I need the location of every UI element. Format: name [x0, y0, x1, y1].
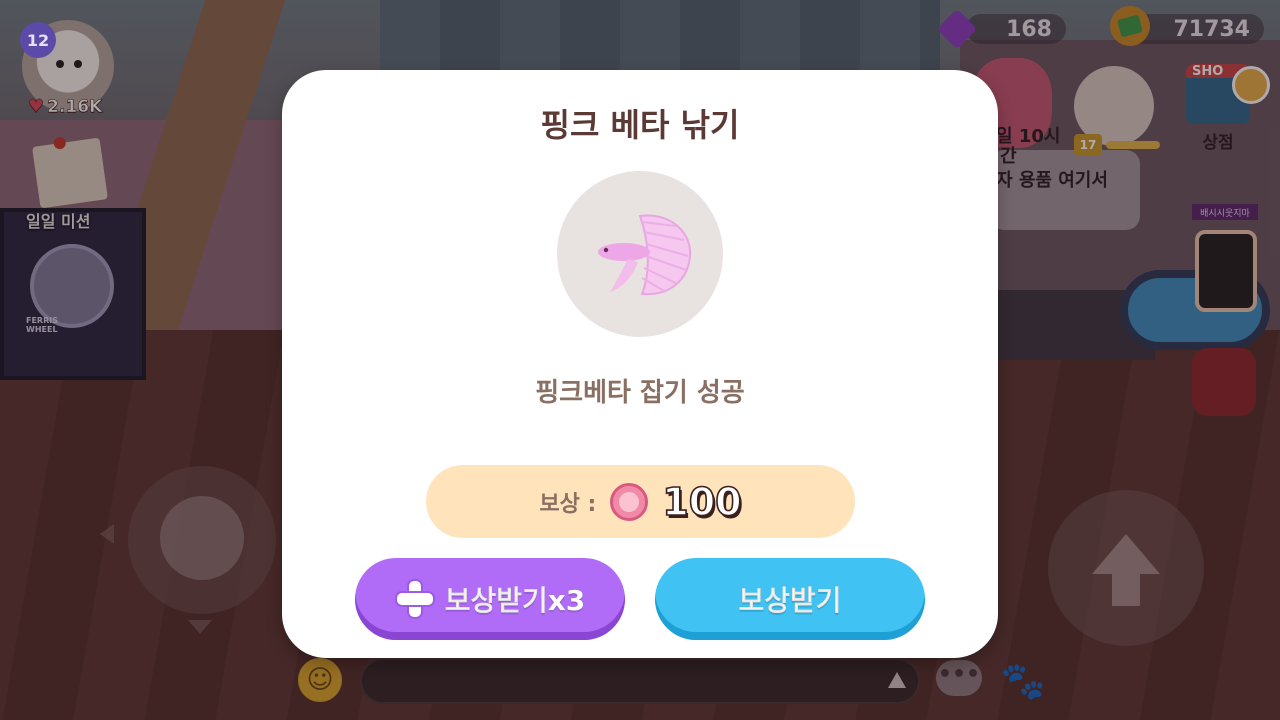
plus-icon — [395, 579, 435, 619]
claim-x3-button[interactable]: 보상받기x3 — [355, 558, 625, 640]
player-level-badge: 12 — [20, 22, 56, 58]
claim-label: 보상받기 — [738, 584, 842, 618]
dialog-title: 핑크 베타 낚기 — [540, 106, 740, 144]
pink-betta-fish-icon — [598, 214, 692, 296]
fish-image-frame — [557, 171, 723, 337]
reward-amount: 100 — [661, 479, 742, 525]
reward-label: 보상 : — [539, 491, 597, 517]
claim-button[interactable]: 보상받기 — [655, 558, 925, 640]
pink-coin-icon — [610, 482, 649, 521]
reward-panel: 보상 : 100 — [426, 465, 855, 538]
claim-x3-label: 보상받기x3 — [444, 584, 586, 618]
catch-result-text: 핑크베타 잡기 성공 — [535, 378, 745, 408]
